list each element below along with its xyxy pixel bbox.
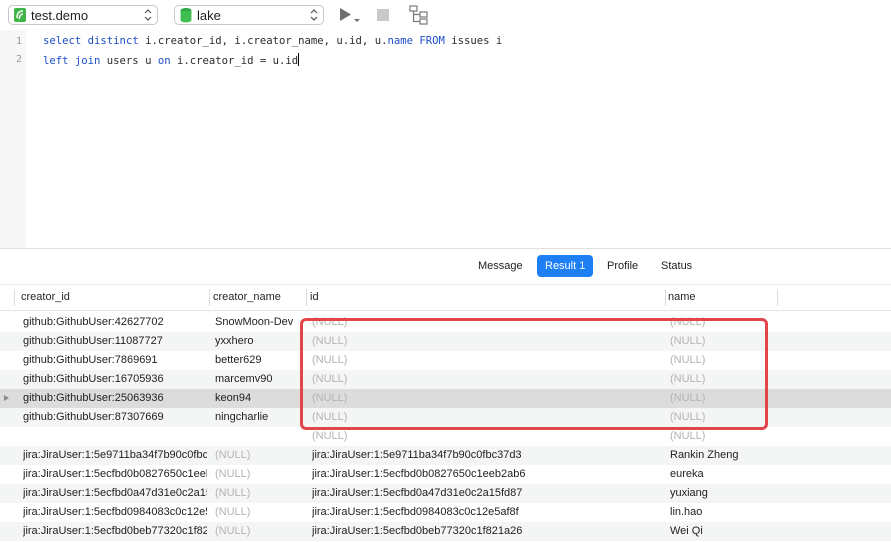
run-icon[interactable] [339, 6, 361, 24]
table-cell[interactable]: keon94 [215, 392, 303, 404]
sql-token: issues i [444, 35, 503, 47]
code-line[interactable]: select distinct i.creator_id, i.creator_… [43, 35, 502, 47]
sql-keyword: left [43, 55, 69, 67]
database-connection-icon [14, 8, 26, 22]
sql-keyword: on [157, 55, 171, 67]
table-cell[interactable]: (NULL) [215, 525, 303, 537]
text-caret [298, 53, 300, 66]
table-cell[interactable]: (NULL) [215, 506, 303, 518]
database-select[interactable]: test.demo [8, 5, 158, 25]
explain-plan-icon[interactable] [409, 5, 429, 25]
result-grid-header: creator_id creator_name id name [0, 284, 891, 311]
table-cell[interactable]: jira:JiraUser:1:5ecfbd0beb77320c1f821a26 [312, 525, 662, 537]
sql-keyword: name [387, 35, 413, 47]
sql-keyword: select [43, 35, 82, 47]
column-header-id[interactable]: id [310, 291, 319, 303]
table-cell[interactable]: (NULL) [215, 487, 303, 499]
table-cell[interactable]: lin.hao [670, 506, 775, 518]
code-line[interactable]: left join users u on i.creator_id = u.id [43, 53, 300, 67]
table-row[interactable]: jira:JiraUser:1:5ecfbd0984083c0c12e5af8f… [0, 503, 891, 522]
line-number: 2 [15, 54, 22, 65]
table-cell[interactable]: Rankin Zheng [670, 449, 775, 461]
table-cell[interactable]: github:GithubUser:11087727 [23, 335, 207, 347]
chevron-updown-icon [310, 9, 318, 21]
toolbar: test.demo lake [0, 0, 891, 30]
table-cell[interactable]: jira:JiraUser:1:5ecfbd0984083c0c12e5af8f [23, 506, 207, 518]
sql-editor[interactable]: 1 2 select distinct i.creator_id, i.crea… [0, 30, 891, 248]
table-cell[interactable]: jira:JiraUser:1:5ecfbd0a47d31e0c2a15fd87 [23, 487, 207, 499]
table-row[interactable]: jira:JiraUser:1:5ecfbd0b0827650c1eeb2ab6… [0, 465, 891, 484]
table-cell[interactable]: jira:JiraUser:1:5ecfbd0b0827650c1eeb2ab6 [312, 468, 662, 480]
sql-keyword: join [74, 55, 101, 67]
table-cell[interactable]: eureka [670, 468, 775, 480]
table-row[interactable]: jira:JiraUser:1:5ecfbd0beb77320c1f821a26… [0, 522, 891, 541]
tab-result-1[interactable]: Result 1 [537, 255, 594, 277]
column-header-creator-name[interactable]: creator_name [213, 291, 281, 303]
table-cell[interactable]: jira:JiraUser:1:5ecfbd0b0827650c1eeb2ab6 [23, 468, 207, 480]
table-cell[interactable]: github:GithubUser:25063936 [23, 392, 207, 404]
table-cell[interactable]: (NULL) [312, 430, 662, 442]
table-cell[interactable]: SnowMoon-Dev [215, 316, 303, 328]
line-number-gutter: 1 2 [0, 30, 26, 248]
table-row[interactable]: jira:JiraUser:1:5e9711ba34f7b90c0fbc37d3… [0, 446, 891, 465]
table-cell[interactable]: github:GithubUser:7869691 [23, 354, 207, 366]
table-cell[interactable]: jira:JiraUser:1:5e9711ba34f7b90c0fbc37d3 [312, 449, 662, 461]
schema-select[interactable]: lake [174, 5, 324, 25]
stop-icon[interactable] [377, 9, 390, 22]
null-values-highlight [300, 318, 768, 430]
table-cell[interactable]: jira:JiraUser:1:5e9711ba34f7b90c0fbc37d3 [23, 449, 207, 461]
table-cell[interactable]: jira:JiraUser:1:5ecfbd0984083c0c12e5af8f [312, 506, 662, 518]
table-cell[interactable]: yxxhero [215, 335, 303, 347]
database-icon [180, 8, 192, 23]
result-tabs: Message Result 1 Profile Status [0, 255, 891, 277]
table-cell[interactable]: ningcharlie [215, 411, 303, 423]
column-divider[interactable] [777, 289, 778, 306]
tab-profile[interactable]: Profile [599, 255, 646, 277]
chevron-updown-icon [144, 9, 152, 21]
sql-token: i.creator_id = u.id [170, 55, 299, 67]
editor-divider [0, 248, 891, 249]
table-cell[interactable]: (NULL) [215, 468, 303, 480]
column-header-name[interactable]: name [668, 291, 696, 303]
table-cell[interactable]: (NULL) [215, 449, 303, 461]
sql-keyword: distinct [87, 35, 139, 47]
table-cell[interactable]: yuxiang [670, 487, 775, 499]
table-cell[interactable]: jira:JiraUser:1:5ecfbd0a47d31e0c2a15fd87 [312, 487, 662, 499]
column-divider[interactable] [665, 289, 666, 306]
column-divider[interactable] [209, 289, 210, 306]
tab-status[interactable]: Status [653, 255, 700, 277]
tab-message[interactable]: Message [470, 255, 531, 277]
line-number: 1 [15, 36, 22, 47]
schema-select-label: lake [197, 7, 221, 23]
database-select-label: test.demo [31, 7, 89, 23]
table-row[interactable]: jira:JiraUser:1:5ecfbd0a47d31e0c2a15fd87… [0, 484, 891, 503]
column-divider[interactable] [14, 289, 15, 306]
table-cell[interactable]: better629 [215, 354, 303, 366]
table-cell[interactable]: github:GithubUser:16705936 [23, 373, 207, 385]
current-row-marker-icon [4, 395, 9, 401]
table-cell[interactable]: github:GithubUser:42627702 [23, 316, 207, 328]
sql-keyword: FROM [419, 35, 445, 47]
column-header-creator-id[interactable]: creator_id [21, 291, 70, 303]
sql-token: users u [100, 55, 158, 67]
table-cell[interactable]: jira:JiraUser:1:5ecfbd0beb77320c1f821a26 [23, 525, 207, 537]
table-cell[interactable]: marcemv90 [215, 373, 303, 385]
table-cell[interactable]: github:GithubUser:87307669 [23, 411, 207, 423]
table-cell[interactable]: Wei Qi [670, 525, 775, 537]
sql-token: i.creator_id, i.creator_name, u.id, u. [138, 35, 388, 47]
column-divider[interactable] [306, 289, 307, 306]
table-cell[interactable]: (NULL) [670, 430, 775, 442]
